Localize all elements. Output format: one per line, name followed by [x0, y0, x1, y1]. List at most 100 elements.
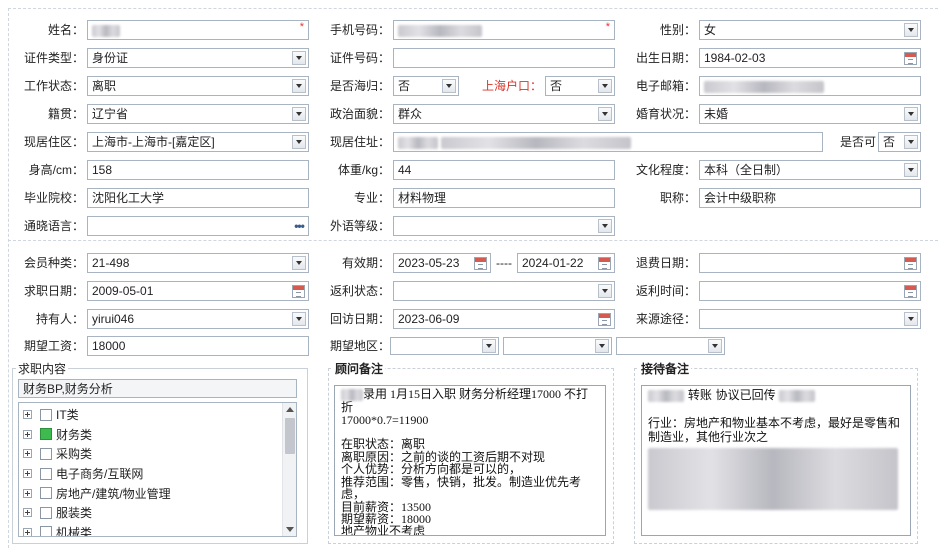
phone-input[interactable]: * [393, 20, 615, 40]
is-ok-select[interactable]: 否 [878, 132, 921, 152]
advisor-notes-textarea[interactable]: 录用 1月15日入职 财务分析经理17000 不打折 17000*0.7=119… [334, 385, 606, 536]
chevron-down-icon[interactable] [904, 107, 918, 121]
birth-date-input[interactable]: 1984-02-03 [699, 48, 921, 68]
plus-icon[interactable] [23, 527, 32, 536]
shanghai-hukou-label: 上海户口： [481, 79, 542, 93]
refund-date-input[interactable] [699, 253, 921, 273]
plus-icon[interactable] [23, 449, 32, 459]
chevron-down-icon[interactable] [292, 79, 306, 93]
marital-status-select[interactable]: 未婚 [699, 104, 921, 124]
holder-select[interactable]: yirui046 [87, 309, 309, 329]
hometown-select[interactable]: 辽宁省 [87, 104, 309, 124]
job-date-input[interactable]: 2009-05-01 [87, 281, 309, 301]
calendar-icon[interactable] [474, 256, 487, 270]
plus-icon[interactable] [23, 508, 32, 518]
language-input[interactable]: ••• [87, 216, 309, 236]
checkbox-machinery[interactable] [40, 526, 52, 536]
checkbox-realestate[interactable] [40, 487, 52, 500]
checkbox-finance[interactable] [40, 428, 52, 441]
job-content-title: 求职内容 [16, 362, 69, 376]
name-input[interactable]: * [87, 20, 309, 40]
ellipsis-icon[interactable]: ••• [290, 219, 308, 233]
rebate-time-input[interactable] [699, 281, 921, 301]
address-label: 现居住址： [329, 135, 390, 149]
checkbox-ecommerce[interactable] [40, 467, 52, 480]
plus-icon[interactable] [23, 488, 32, 498]
tree-item-realestate[interactable]: 房地产/建筑/物业管理 [19, 483, 296, 503]
education-select[interactable]: 本科（全日制） [699, 160, 921, 180]
chevron-down-icon[interactable] [292, 312, 306, 326]
chevron-down-icon[interactable] [595, 339, 609, 353]
school-input[interactable]: 沈阳化工大学 [87, 188, 309, 208]
chevron-down-icon[interactable] [442, 79, 456, 93]
region-province-select[interactable] [390, 337, 499, 355]
work-status-select[interactable]: 离职 [87, 76, 309, 96]
chevron-down-icon[interactable] [904, 312, 918, 326]
calendar-icon[interactable] [598, 312, 611, 326]
redacted-reception-2 [779, 389, 816, 402]
checkbox-it[interactable] [40, 408, 52, 421]
checkbox-purchasing[interactable] [40, 447, 52, 460]
region-district-select[interactable] [616, 337, 725, 355]
chevron-down-icon[interactable] [904, 163, 918, 177]
source-select[interactable] [699, 309, 921, 329]
tree-item-ecommerce[interactable]: 电子商务/互联网 [19, 464, 296, 484]
chevron-down-icon[interactable] [708, 339, 722, 353]
tree-item-finance[interactable]: 财务类 [19, 425, 296, 445]
residence-area-select[interactable]: 上海市-上海市-[嘉定区] [87, 132, 309, 152]
returnee-select[interactable]: 否 [393, 76, 459, 96]
weight-input[interactable]: 44 [393, 160, 615, 180]
plus-icon[interactable] [23, 429, 32, 439]
salary-input[interactable]: 18000 [87, 336, 309, 356]
checkbox-apparel[interactable] [40, 506, 52, 519]
calendar-icon[interactable] [598, 256, 611, 270]
title-label: 职称： [659, 191, 696, 205]
validity-start-input[interactable]: 2023-05-23 [393, 253, 491, 273]
tree-item-it[interactable]: IT类 [19, 405, 296, 425]
tree-scrollbar[interactable] [282, 403, 296, 536]
scroll-down-icon[interactable] [286, 527, 294, 532]
rebate-status-select[interactable] [393, 281, 615, 301]
chevron-down-icon[interactable] [482, 339, 496, 353]
chevron-down-icon[interactable] [598, 107, 612, 121]
gender-select[interactable]: 女 [699, 20, 921, 40]
calendar-icon[interactable] [292, 284, 305, 298]
chevron-down-icon[interactable] [598, 219, 612, 233]
plus-icon[interactable] [23, 410, 32, 420]
region-city-select[interactable] [503, 337, 612, 355]
address-input[interactable] [393, 132, 823, 152]
section-divider [8, 240, 938, 241]
reception-notes-textarea[interactable]: 转账 协议已回传 行业：房地产和物业基本不考虑，最好是零售和制造业，其他行业次之 [641, 385, 911, 536]
major-input[interactable]: 材料物理 [393, 188, 615, 208]
chevron-down-icon[interactable] [292, 256, 306, 270]
foreign-level-select[interactable] [393, 216, 615, 236]
email-label: 电子邮箱： [635, 79, 696, 93]
member-type-select[interactable]: 21-498 [87, 253, 309, 273]
job-category-tree[interactable]: IT类 财务类 采购类 电子商务/互联网 房地产/建筑/物业管理 服装类 机械类 [18, 402, 297, 537]
calendar-icon[interactable] [904, 256, 917, 270]
chevron-down-icon[interactable] [598, 79, 612, 93]
shanghai-hukou-select[interactable]: 否 [545, 76, 615, 96]
tree-item-purchasing[interactable]: 采购类 [19, 444, 296, 464]
chevron-down-icon[interactable] [904, 23, 918, 37]
id-number-input[interactable] [393, 48, 615, 68]
id-type-select[interactable]: 身份证 [87, 48, 309, 68]
height-input[interactable]: 158 [87, 160, 309, 180]
tree-item-machinery[interactable]: 机械类 [19, 523, 296, 536]
chevron-down-icon[interactable] [292, 135, 306, 149]
chevron-down-icon[interactable] [904, 135, 918, 149]
visit-date-input[interactable]: 2023-06-09 [393, 309, 615, 329]
scroll-up-icon[interactable] [286, 407, 294, 412]
calendar-icon[interactable] [904, 284, 917, 298]
chevron-down-icon[interactable] [292, 107, 306, 121]
email-input[interactable] [699, 76, 921, 96]
tree-item-apparel[interactable]: 服装类 [19, 503, 296, 523]
political-status-select[interactable]: 群众 [393, 104, 615, 124]
title-input[interactable]: 会计中级职称 [699, 188, 921, 208]
calendar-icon[interactable] [904, 51, 917, 65]
plus-icon[interactable] [23, 469, 32, 479]
chevron-down-icon[interactable] [292, 51, 306, 65]
validity-end-input[interactable]: 2024-01-22 [517, 253, 615, 273]
scroll-thumb[interactable] [285, 418, 295, 454]
chevron-down-icon[interactable] [598, 284, 612, 298]
